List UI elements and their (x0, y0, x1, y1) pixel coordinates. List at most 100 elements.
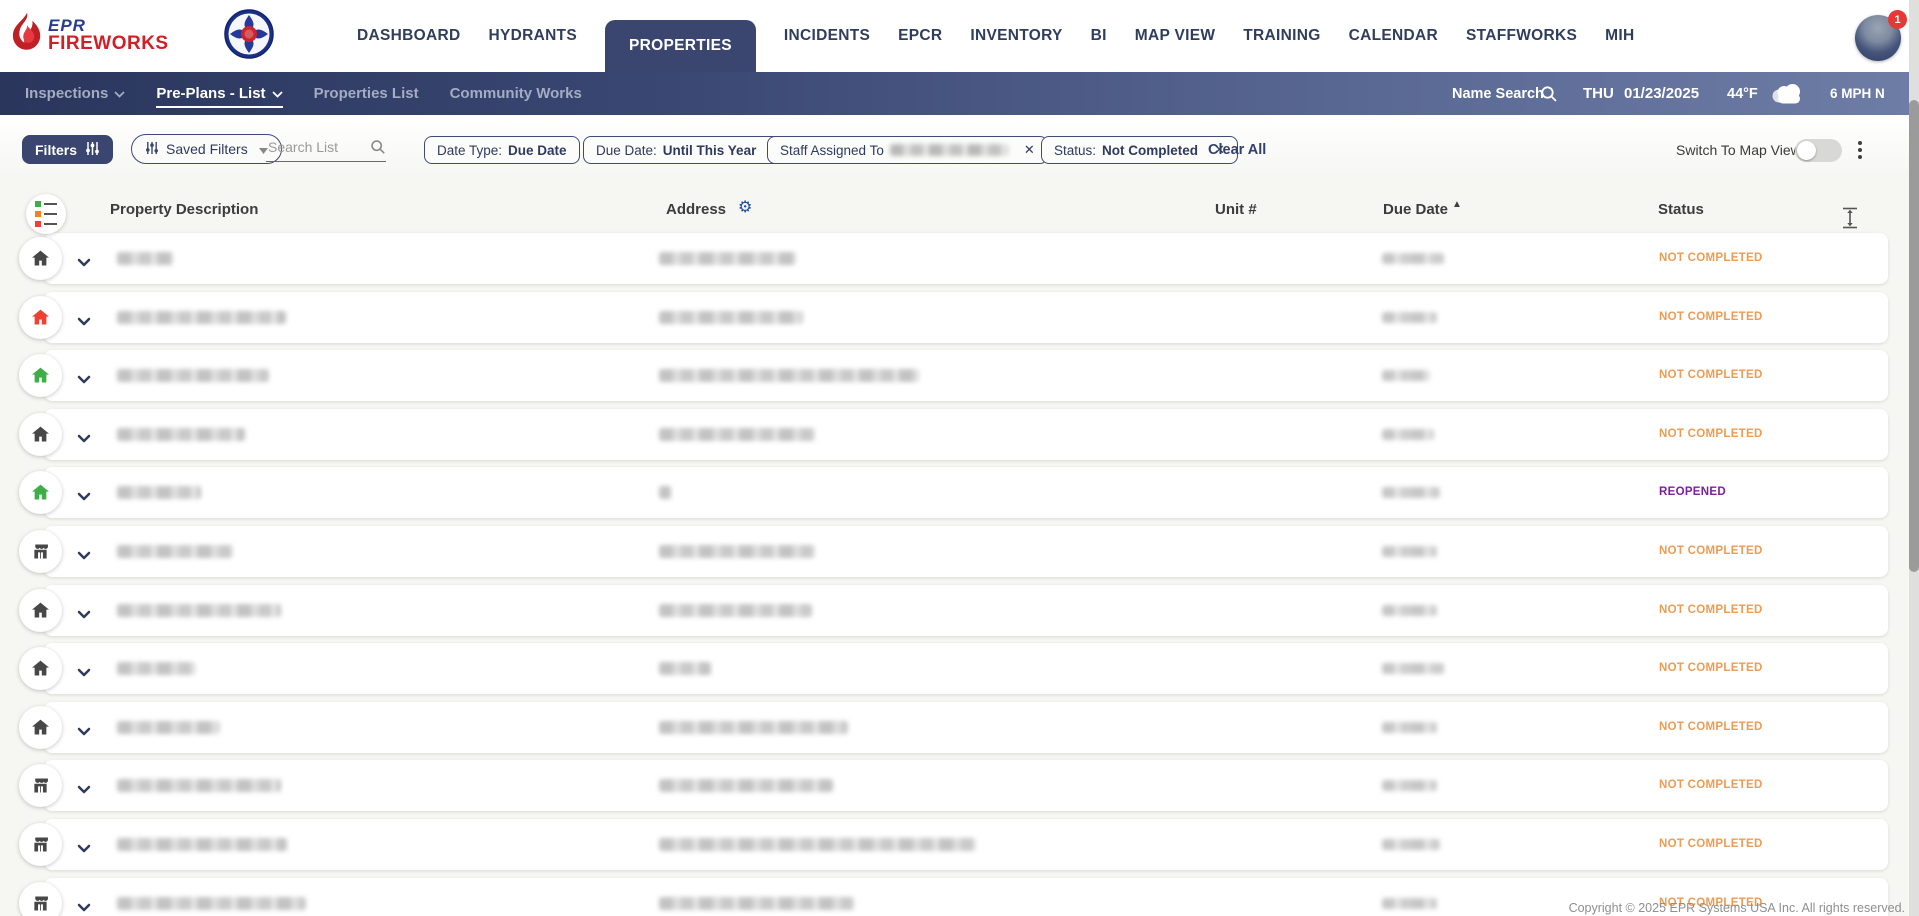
status-badge: NOT COMPLETED (1659, 721, 1763, 733)
tab-dashboard[interactable]: DASHBOARD (357, 27, 460, 45)
table-row[interactable] (44, 233, 1888, 284)
search-icon[interactable] (1540, 72, 1558, 115)
chip-label: Date Type: (437, 143, 502, 158)
property-description-redacted (117, 369, 269, 382)
table-row[interactable] (44, 526, 1888, 577)
tab-inventory[interactable]: INVENTORY (970, 27, 1062, 45)
sort-ascending-icon[interactable]: ▲ (1452, 199, 1462, 210)
table-row[interactable] (44, 760, 1888, 811)
expand-row-chevron-icon[interactable] (77, 547, 91, 565)
cloud-icon (1770, 72, 1806, 115)
expand-row-chevron-icon[interactable] (77, 371, 91, 389)
more-options-menu-icon[interactable] (1858, 136, 1862, 164)
sliders-icon (145, 141, 159, 158)
column-header-address[interactable]: Address (666, 201, 726, 218)
expand-row-chevron-icon[interactable] (77, 313, 91, 331)
tab-properties[interactable]: PROPERTIES (605, 20, 756, 72)
home-icon (19, 296, 62, 339)
address-redacted (659, 311, 803, 324)
table-row[interactable] (44, 409, 1888, 460)
saved-filters-dropdown[interactable]: Saved Filters (131, 134, 282, 164)
filter-chip-date-type[interactable]: Date Type: Due Date (424, 136, 580, 164)
home-icon (19, 647, 62, 690)
address-redacted (659, 897, 854, 910)
expand-row-chevron-icon[interactable] (77, 664, 91, 682)
chip-value: Not Completed (1102, 143, 1198, 158)
status-badge: REOPENED (1659, 486, 1726, 498)
map-view-toggle-label: Switch To Map View (1676, 142, 1801, 158)
tab-epcr[interactable]: EPCR (898, 27, 942, 45)
chip-label: Staff Assigned To (780, 143, 884, 158)
tab-mih[interactable]: MIH (1605, 27, 1634, 45)
expand-row-chevron-icon[interactable] (77, 430, 91, 448)
table-row[interactable] (44, 467, 1888, 518)
filters-button[interactable]: Filters (22, 135, 113, 164)
expand-row-chevron-icon[interactable] (77, 781, 91, 799)
table-row[interactable] (44, 643, 1888, 694)
clear-all-button[interactable]: Clear All (1208, 142, 1266, 158)
expand-row-chevron-icon[interactable] (77, 488, 91, 506)
legend-dash (44, 223, 57, 226)
search-icon (370, 139, 386, 160)
tab-calendar[interactable]: CALENDAR (1349, 27, 1438, 45)
weather-day: THU (1583, 72, 1614, 115)
column-header-status[interactable]: Status (1658, 201, 1704, 218)
status-legend-icon[interactable] (26, 194, 66, 234)
filter-chip-staff-assigned-to[interactable]: Staff Assigned To ✕ (767, 136, 1048, 164)
legend-color-square (35, 201, 41, 207)
gear-icon[interactable]: ⚙ (738, 197, 752, 217)
store-icon (19, 764, 62, 807)
due-date-redacted (1382, 663, 1444, 674)
tab-bi[interactable]: BI (1091, 27, 1107, 45)
due-date-redacted (1382, 312, 1437, 323)
address-redacted (659, 369, 919, 382)
due-date-redacted (1382, 546, 1437, 557)
home-icon (19, 706, 62, 749)
tab-staffworks[interactable]: STAFFWORKS (1466, 27, 1577, 45)
scrollbar-thumb[interactable] (1909, 100, 1919, 572)
column-header-due-date[interactable]: Due Date (1383, 201, 1448, 218)
expand-row-chevron-icon[interactable] (77, 254, 91, 272)
tab-hydrants[interactable]: HYDRANTS (488, 27, 577, 45)
chip-value: Until This Year (663, 143, 757, 158)
notification-badge[interactable]: 1 (1888, 10, 1907, 29)
legend-row (35, 221, 66, 227)
remove-chip-icon[interactable]: ✕ (1024, 142, 1035, 158)
legend-dash (44, 203, 57, 206)
column-header-property-description[interactable]: Property Description (110, 201, 258, 218)
epr-fireworks-logo[interactable]: EPR FIREWORKS (12, 12, 169, 59)
status-badge: NOT COMPLETED (1659, 369, 1763, 381)
table-row[interactable] (44, 702, 1888, 753)
due-date-redacted (1382, 253, 1444, 264)
table-row[interactable] (44, 350, 1888, 401)
expand-row-chevron-icon[interactable] (77, 606, 91, 624)
table-row[interactable] (44, 292, 1888, 343)
name-search-button[interactable]: Name Search (1452, 72, 1544, 115)
row-height-icon[interactable] (1841, 207, 1859, 234)
status-badge: NOT COMPLETED (1659, 838, 1763, 850)
address-redacted (659, 486, 671, 499)
sliders-icon (85, 141, 100, 159)
property-description-redacted (117, 721, 220, 734)
map-view-toggle[interactable] (1795, 139, 1842, 162)
status-badge: NOT COMPLETED (1659, 311, 1763, 323)
expand-row-chevron-icon[interactable] (77, 899, 91, 916)
column-header-unit[interactable]: Unit # (1215, 201, 1257, 218)
tab-training[interactable]: TRAINING (1243, 27, 1320, 45)
address-redacted (659, 662, 711, 675)
redacted-value (890, 144, 1008, 156)
saved-filters-label: Saved Filters (166, 141, 248, 157)
chip-value: Due Date (508, 143, 567, 158)
expand-row-chevron-icon[interactable] (77, 723, 91, 741)
home-icon (19, 471, 62, 514)
tab-map-view[interactable]: MAP VIEW (1135, 27, 1215, 45)
search-list-input[interactable] (266, 137, 386, 162)
table-row[interactable] (44, 585, 1888, 636)
due-date-redacted (1382, 370, 1430, 381)
store-icon (19, 823, 62, 866)
home-icon (19, 354, 62, 397)
department-badge-icon (224, 9, 274, 59)
tab-incidents[interactable]: INCIDENTS (784, 27, 870, 45)
filter-chip-due-date[interactable]: Due Date:Until This Year✕ (583, 136, 796, 164)
expand-row-chevron-icon[interactable] (77, 840, 91, 858)
